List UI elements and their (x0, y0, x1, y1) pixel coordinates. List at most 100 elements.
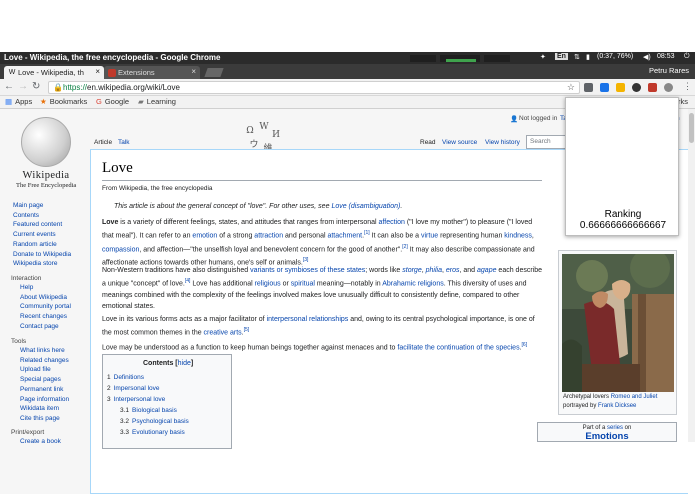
tab-love-wikipedia[interactable]: W Love - Wikipedia, th × (4, 66, 104, 79)
new-tab-button[interactable] (204, 68, 224, 77)
toc-item[interactable]: 2 Impersonal love (107, 385, 160, 392)
extension-icon[interactable] (632, 83, 641, 92)
sidebar-item-contact[interactable]: Contact page (20, 322, 71, 332)
sidebar-item-current-events[interactable]: Current events (13, 230, 71, 240)
sidebar-heading: Interaction (11, 275, 42, 282)
romeo-and-juliet-link[interactable]: Romeo and Juliet (611, 394, 658, 400)
toc-item[interactable]: 3.3 Evolutionary basis (120, 429, 185, 436)
sidebar-item-page-information[interactable]: Page information (20, 395, 69, 405)
reload-icon[interactable]: ↻ (32, 81, 40, 92)
toc-item[interactable]: 3.1 Biological basis (120, 407, 177, 414)
sidebar-item-about[interactable]: About Wikipedia (20, 293, 71, 303)
logo-tagline: The Free Encyclopedia (16, 182, 77, 189)
keyboard-layout-indicator[interactable]: En (555, 53, 568, 60)
battery-icon[interactable]: ▮ (586, 53, 590, 61)
scrollbar-thumb[interactable] (689, 113, 694, 143)
sidebar-item-donate[interactable]: Donate to Wikipedia (13, 250, 71, 260)
power-icon[interactable]: ⏻ (684, 53, 690, 61)
puzzle-icon (108, 69, 116, 77)
browser-toolbar: ← → ↻ 🔒 https://en.wikipedia.org/wiki/Lo… (0, 79, 695, 96)
tab-view-source[interactable]: View source (442, 139, 477, 146)
title-divider (102, 180, 542, 181)
page-title: Love (102, 160, 133, 176)
ranking-extension-icon[interactable] (664, 83, 673, 92)
tab-strip: W Love - Wikipedia, th × Extensions × Pe… (0, 64, 695, 79)
tab-view-history[interactable]: View history (485, 139, 520, 146)
wikipedia-logo[interactable]: Ω W И ウ 維 Wikipedia The Free Encyclopedi… (16, 117, 280, 189)
frank-dicksee-link[interactable]: Frank Dicksee (598, 403, 636, 409)
extension-icon[interactable] (616, 83, 625, 92)
sidebar-item-featured-content[interactable]: Featured content (13, 220, 71, 230)
sidebar-item-cite-this-page[interactable]: Cite this page (20, 414, 69, 424)
sidebar-item-wikidata-item[interactable]: Wikidata item (20, 404, 69, 414)
bookmark-apps[interactable]: ▦ Apps (5, 97, 32, 106)
user-icon: 👤 (510, 116, 519, 123)
sidebar-item-recent-changes[interactable]: Recent changes (20, 312, 71, 322)
sidebar-item-permanent-link[interactable]: Permanent link (20, 385, 69, 395)
sidebar-item-special-pages[interactable]: Special pages (20, 375, 69, 385)
romeo-and-juliet-painting[interactable] (562, 254, 674, 392)
tab-talk[interactable]: Talk (118, 139, 130, 146)
sidebar-tools: Tools What links here Related changes Up… (11, 337, 69, 424)
table-of-contents: Contents [hide] 1 Definitions 2 Impersonal… (102, 354, 232, 449)
toc-hide-link[interactable]: hide (178, 360, 191, 367)
back-arrow-icon[interactable]: ← (4, 81, 14, 92)
network-icon[interactable]: ⇅ (574, 53, 580, 61)
sidebar-item-random-article[interactable]: Random article (13, 240, 71, 250)
address-bar[interactable]: 🔒 https://en.wikipedia.org/wiki/Love ☆ (48, 81, 580, 94)
logo-wordmark: Wikipedia (22, 170, 70, 181)
memory-graph (484, 55, 510, 62)
google-icon: G (96, 97, 102, 106)
profile-name[interactable]: Petru Rares (649, 66, 689, 75)
toc-item[interactable]: 3 Interpersonal love (107, 396, 165, 403)
tab-read[interactable]: Read (420, 139, 436, 146)
bookmark-learning[interactable]: ▰ Learning (138, 97, 176, 106)
figure-caption: Archetypal lovers Romeo and Juliet portr… (563, 394, 658, 409)
sidebar-item-what-links-here[interactable]: What links here (20, 346, 69, 356)
dropbox-icon[interactable]: ✦ (540, 53, 546, 61)
tab-article[interactable]: Article (94, 139, 112, 146)
disambiguation-link[interactable]: Love (disambiguation) (331, 203, 400, 210)
toc-item[interactable]: 1 Definitions (107, 374, 144, 381)
paragraph-function: Love may be understood as a function to … (102, 342, 528, 352)
clock[interactable]: 08:53 (657, 53, 675, 60)
tab-label: Love - Wikipedia, th (18, 68, 84, 77)
sidebar-item-help[interactable]: Help (20, 283, 71, 293)
emotions-series-box: Part of a series on Emotions (537, 422, 677, 442)
bookmark-google[interactable]: G Google (96, 97, 129, 106)
sidebar-interaction: Interaction Help About Wikipedia Communi… (11, 274, 71, 332)
volume-icon[interactable]: ◀) (643, 53, 651, 61)
sidebar-item-contents[interactable]: Contents (13, 211, 71, 221)
menu-kebab-icon[interactable]: ⋮ (683, 81, 692, 92)
sidebar-item-main-page[interactable]: Main page (13, 201, 71, 211)
sidebar-print-export: Print/export Create a book (11, 428, 61, 447)
toc-item[interactable]: 3.2 Psychological basis (120, 418, 189, 425)
ranking-label: Ranking (604, 209, 642, 220)
sidebar-item-community-portal[interactable]: Community portal (20, 302, 71, 312)
cpu-graph (410, 55, 436, 62)
paragraph-intro: Love is a variety of different feelings,… (102, 219, 535, 267)
close-tab-icon[interactable]: × (191, 67, 196, 76)
bookmark-star-icon[interactable]: ☆ (567, 82, 575, 93)
search-placeholder: Search (530, 138, 551, 145)
shield-extension-icon[interactable] (648, 83, 657, 92)
sidebar-item-create-book[interactable]: Create a book (20, 437, 61, 447)
sidebar-item-upload-file[interactable]: Upload file (20, 365, 69, 375)
tab-extensions[interactable]: Extensions × (104, 66, 200, 79)
sidebar-heading: Tools (11, 338, 27, 345)
other-bookmarks[interactable]: rks (678, 97, 688, 106)
pocket-extension-icon[interactable] (584, 83, 593, 92)
extension-icon[interactable] (600, 83, 609, 92)
apps-grid-icon: ▦ (5, 97, 13, 106)
page-scrollbar[interactable] (688, 109, 695, 442)
forward-arrow-icon[interactable]: → (18, 81, 28, 92)
bookmark-bookmarks[interactable]: ★ Bookmarks (40, 97, 87, 106)
paragraph-facilitator: Love in its various forms acts as a majo… (102, 316, 535, 337)
article-figure: Archetypal lovers Romeo and Juliet portr… (558, 250, 677, 415)
emotions-link[interactable]: Emotions (538, 431, 676, 442)
os-top-bar: Love - Wikipedia, the free encyclopedia … (0, 52, 695, 64)
hatnote: This article is about the general concep… (114, 203, 403, 210)
close-tab-icon[interactable]: × (95, 67, 100, 76)
sidebar-item-related-changes[interactable]: Related changes (20, 356, 69, 366)
sidebar-item-store[interactable]: Wikipedia store (13, 259, 71, 269)
